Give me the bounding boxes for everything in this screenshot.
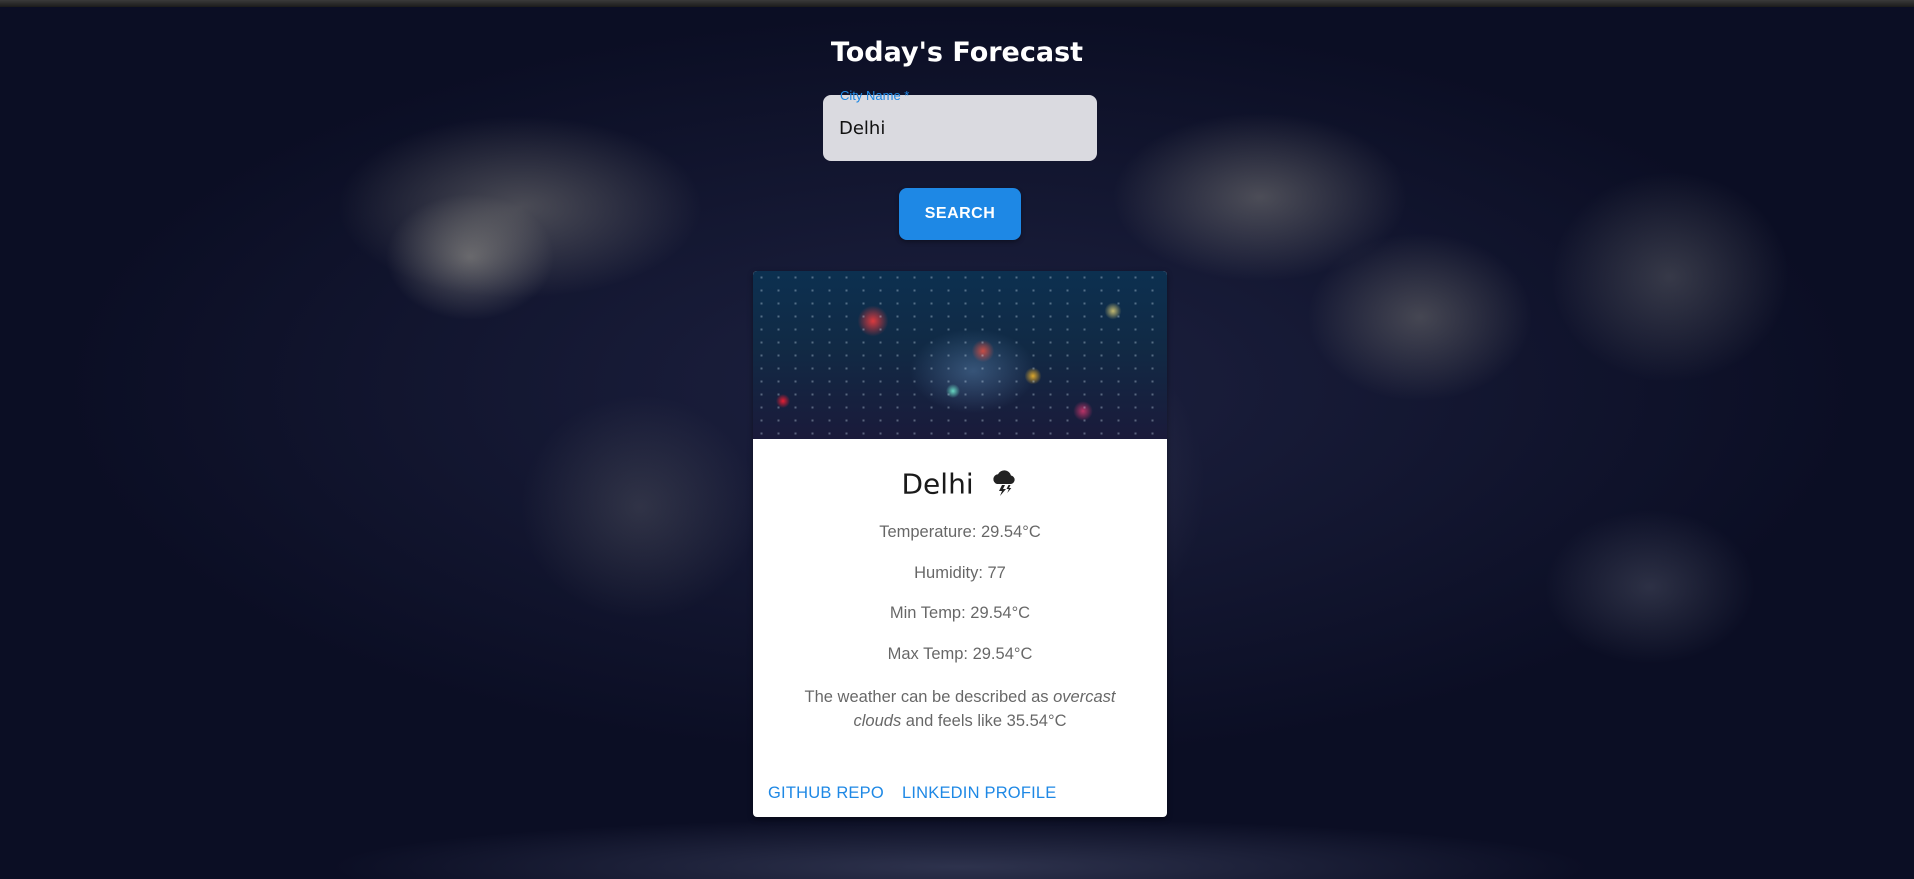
raindrops-overlay	[753, 271, 1167, 439]
city-name-field[interactable]: City Name *	[823, 88, 1097, 161]
page: Today's Forecast City Name * SEARCH Delh…	[0, 7, 1914, 879]
rainy-window-image	[753, 271, 1167, 439]
max-temp-text: Max Temp: 29.54°C	[887, 645, 1033, 663]
search-button[interactable]: SEARCH	[899, 188, 1021, 240]
min-temp-text: Min Temp: 29.54°C	[889, 604, 1031, 622]
github-repo-link[interactable]: GITHUB REPO	[768, 784, 884, 803]
city-name-label: City Name *	[840, 88, 910, 103]
city-name: Delhi	[901, 467, 974, 501]
description-prefix: The weather can be described as	[804, 688, 1054, 706]
temperature-text: Temperature: 29.54°C	[879, 523, 1041, 541]
city-heading: Delhi	[753, 467, 1167, 504]
browser-top-strip	[0, 0, 1914, 7]
linkedin-profile-link[interactable]: LINKEDIN PROFILE	[902, 784, 1057, 803]
city-name-input[interactable]	[839, 115, 1079, 141]
weather-card: Delhi Temperature: 29.54°C Humidity: 77 …	[753, 271, 1167, 817]
thunderstorm-cloud-icon	[989, 467, 1019, 504]
humidity-text: Humidity: 77	[914, 564, 1006, 582]
weather-description: The weather can be described as overcast…	[789, 685, 1131, 733]
description-suffix: and feels like 35.54°C	[901, 712, 1067, 730]
page-title: Today's Forecast	[830, 37, 1084, 68]
